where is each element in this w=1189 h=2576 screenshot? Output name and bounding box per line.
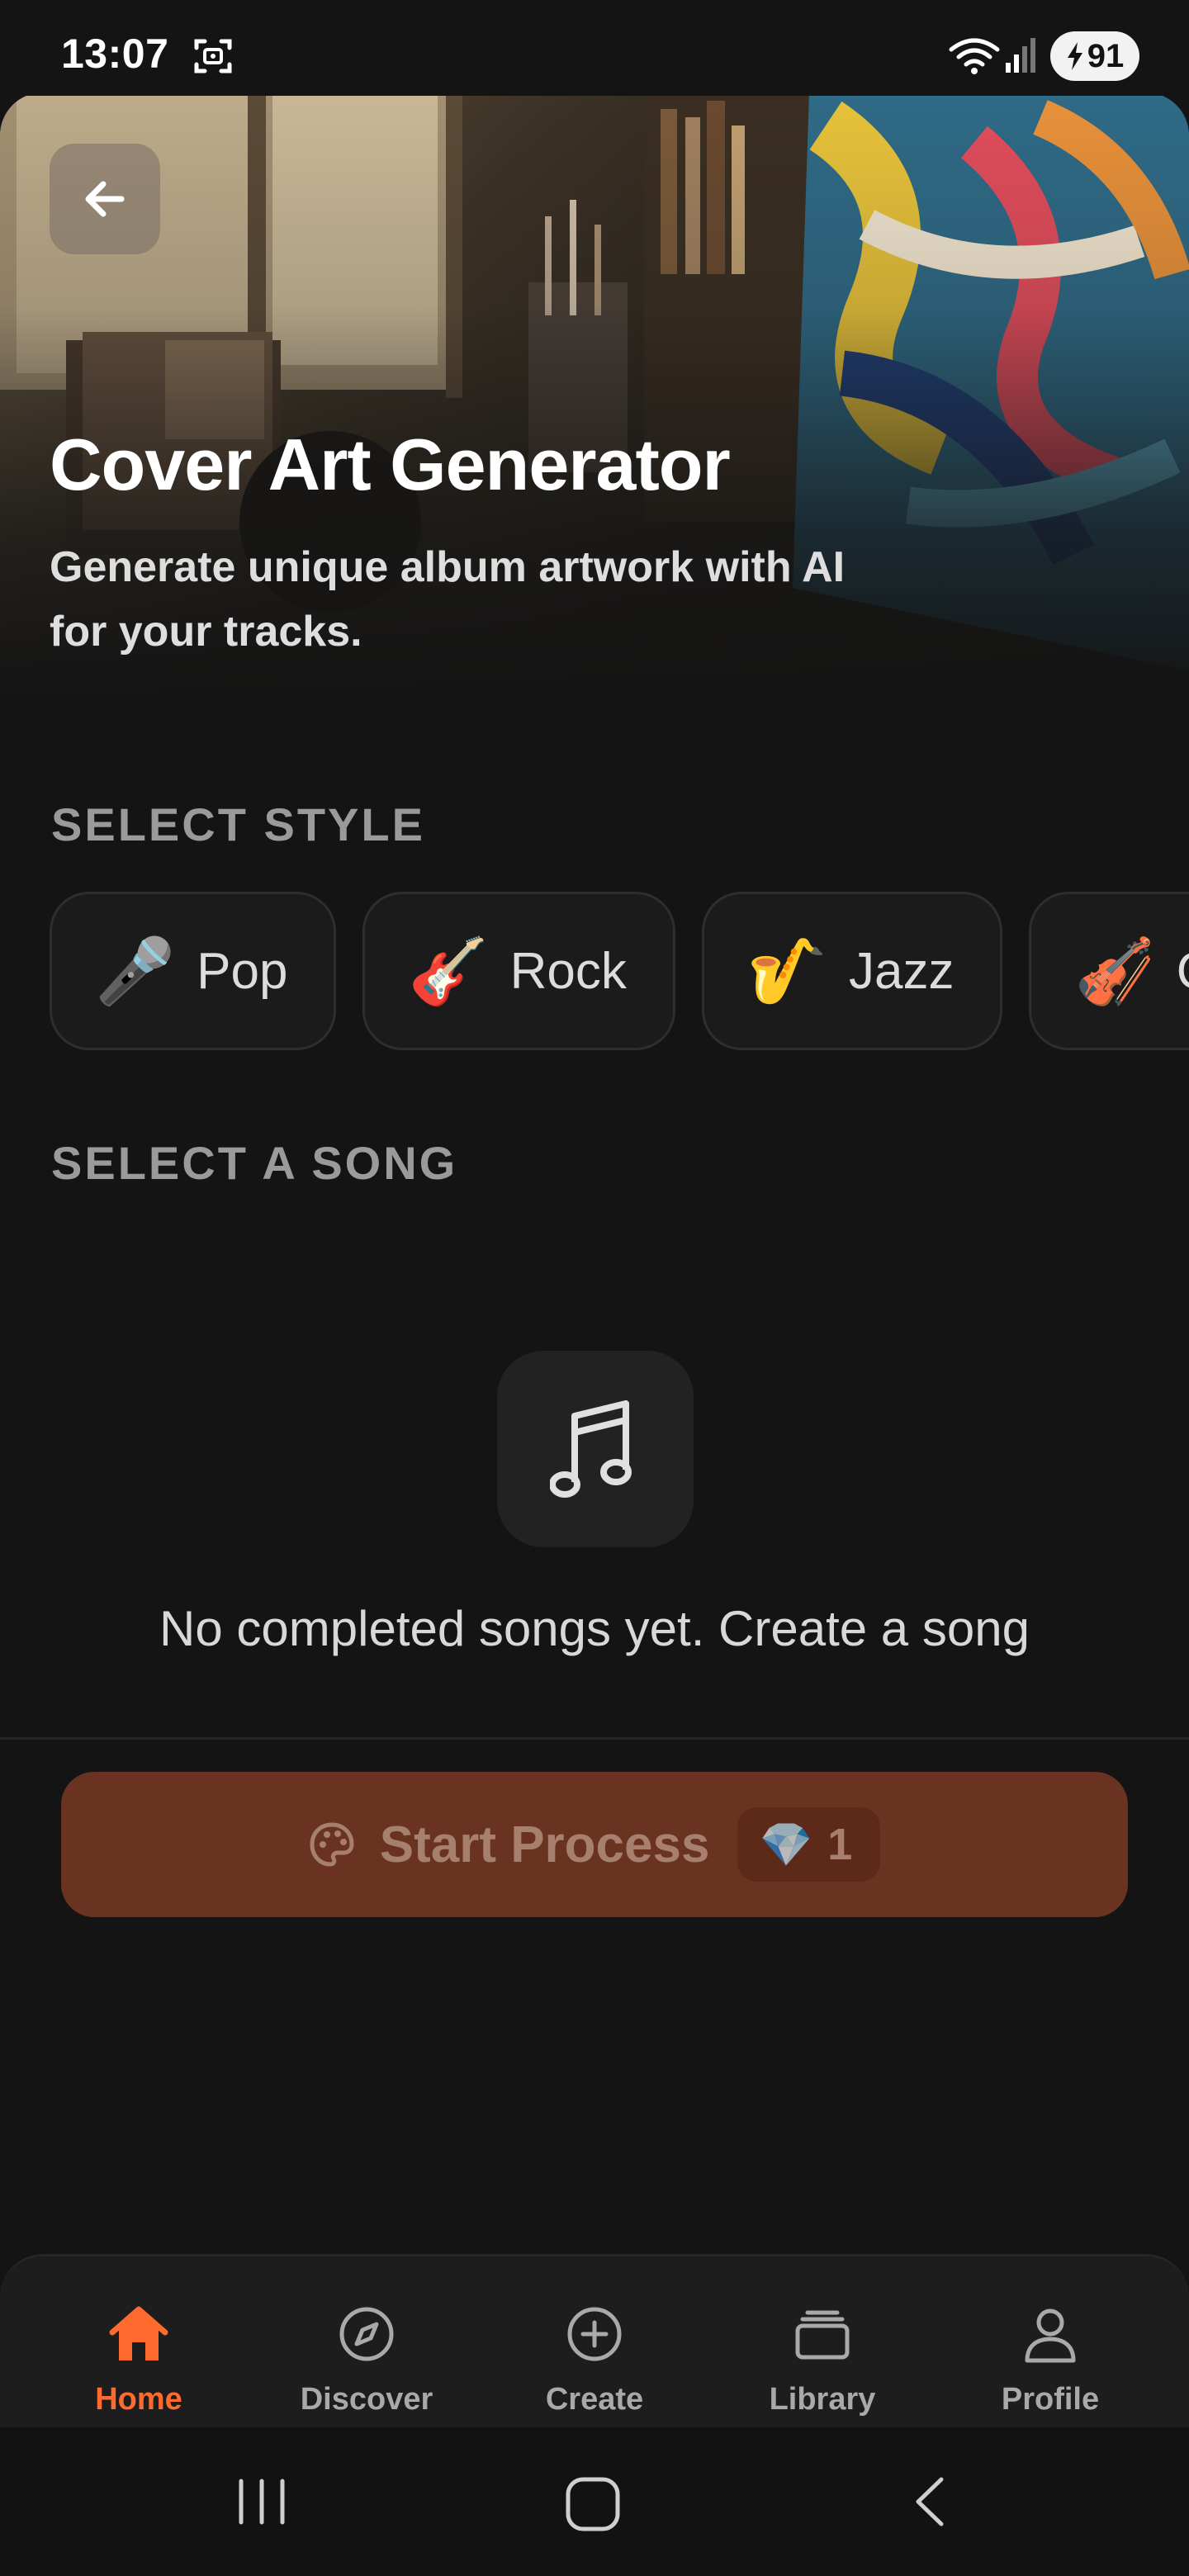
charging-bolt-icon <box>1067 42 1082 70</box>
cover-art-screen: 13:07 91 Cover Art Generator Generate un… <box>0 0 1189 2576</box>
style-chip-label: Pop <box>197 942 288 1000</box>
hero-banner: Cover Art Generator Generate unique albu… <box>0 92 1189 703</box>
nav-item-profile[interactable]: Profile <box>959 2301 1141 2417</box>
battery-indicator: 91 <box>1050 31 1139 81</box>
nav-item-create[interactable]: Create <box>504 2301 685 2417</box>
style-chip-rock[interactable]: 🎸 Rock <box>362 892 675 1050</box>
microphone-icon: 🎤 <box>95 935 176 1007</box>
nav-label: Create <box>545 2382 644 2417</box>
bottom-navigation: Home Discover Create Library Profile <box>0 2254 1189 2427</box>
signal-icon <box>1006 38 1035 73</box>
wifi-icon <box>949 38 1000 74</box>
plus-circle-icon <box>567 2307 622 2361</box>
music-note-icon <box>550 1400 632 1498</box>
recent-apps-icon[interactable] <box>233 2473 291 2531</box>
style-chip-label: Rock <box>509 942 627 1000</box>
credit-cost: 1 <box>827 1820 853 1869</box>
guitar-icon: 🎸 <box>408 935 489 1007</box>
style-chip-label: Jazz <box>848 942 955 1000</box>
violin-icon: 🎻 <box>1074 935 1155 1007</box>
nav-label: Profile <box>1001 2382 1100 2417</box>
nav-label: Home <box>95 2382 182 2417</box>
style-chip-classical[interactable]: 🎻 C <box>1029 892 1189 1050</box>
status-bar: 13:07 91 <box>0 0 1189 96</box>
nav-item-discover[interactable]: Discover <box>276 2301 457 2417</box>
style-chip-list: 🎤 Pop 🎸 Rock 🎷 Jazz 🎻 C <box>50 892 1189 1050</box>
person-icon <box>1025 2308 1076 2363</box>
battery-level: 91 <box>1087 37 1125 74</box>
home-icon <box>109 2306 168 2361</box>
page-subtitle: Generate unique album artwork with AI fo… <box>50 543 846 656</box>
start-process-label: Start Process <box>379 1816 710 1873</box>
credit-cost-badge: 💎 1 <box>737 1807 881 1882</box>
style-chip-label: C <box>1177 942 1189 1001</box>
saxophone-icon: 🎷 <box>746 935 827 1007</box>
select-song-label: SELECT A SONG <box>51 1137 458 1189</box>
nav-label: Discover <box>300 2382 433 2417</box>
nav-item-library[interactable]: Library <box>732 2301 913 2417</box>
library-icon <box>795 2310 850 2360</box>
status-time: 13:07 <box>61 31 169 77</box>
home-button-icon[interactable] <box>561 2473 624 2536</box>
compass-icon <box>339 2307 394 2361</box>
page-title: Cover Art Generator <box>50 424 731 505</box>
gem-icon: 💎 <box>759 1821 813 1869</box>
arrow-left-icon <box>85 181 125 217</box>
nav-item-home[interactable]: Home <box>48 2301 230 2417</box>
start-process-button[interactable]: Start Process 💎 1 <box>61 1772 1128 1917</box>
empty-state-icon-box <box>497 1351 694 1547</box>
screenshot-icon <box>194 39 232 73</box>
select-style-label: SELECT STYLE <box>51 798 425 850</box>
style-chip-jazz[interactable]: 🎷 Jazz <box>701 892 1003 1050</box>
empty-state-message: No completed songs yet. Create a song <box>159 1601 1030 1656</box>
divider <box>0 1737 1189 1740</box>
palette-icon <box>310 1822 354 1867</box>
style-chip-pop[interactable]: 🎤 Pop <box>50 892 337 1050</box>
back-button[interactable] <box>50 144 160 254</box>
nav-label: Library <box>769 2382 876 2417</box>
system-back-icon[interactable] <box>905 2473 955 2531</box>
